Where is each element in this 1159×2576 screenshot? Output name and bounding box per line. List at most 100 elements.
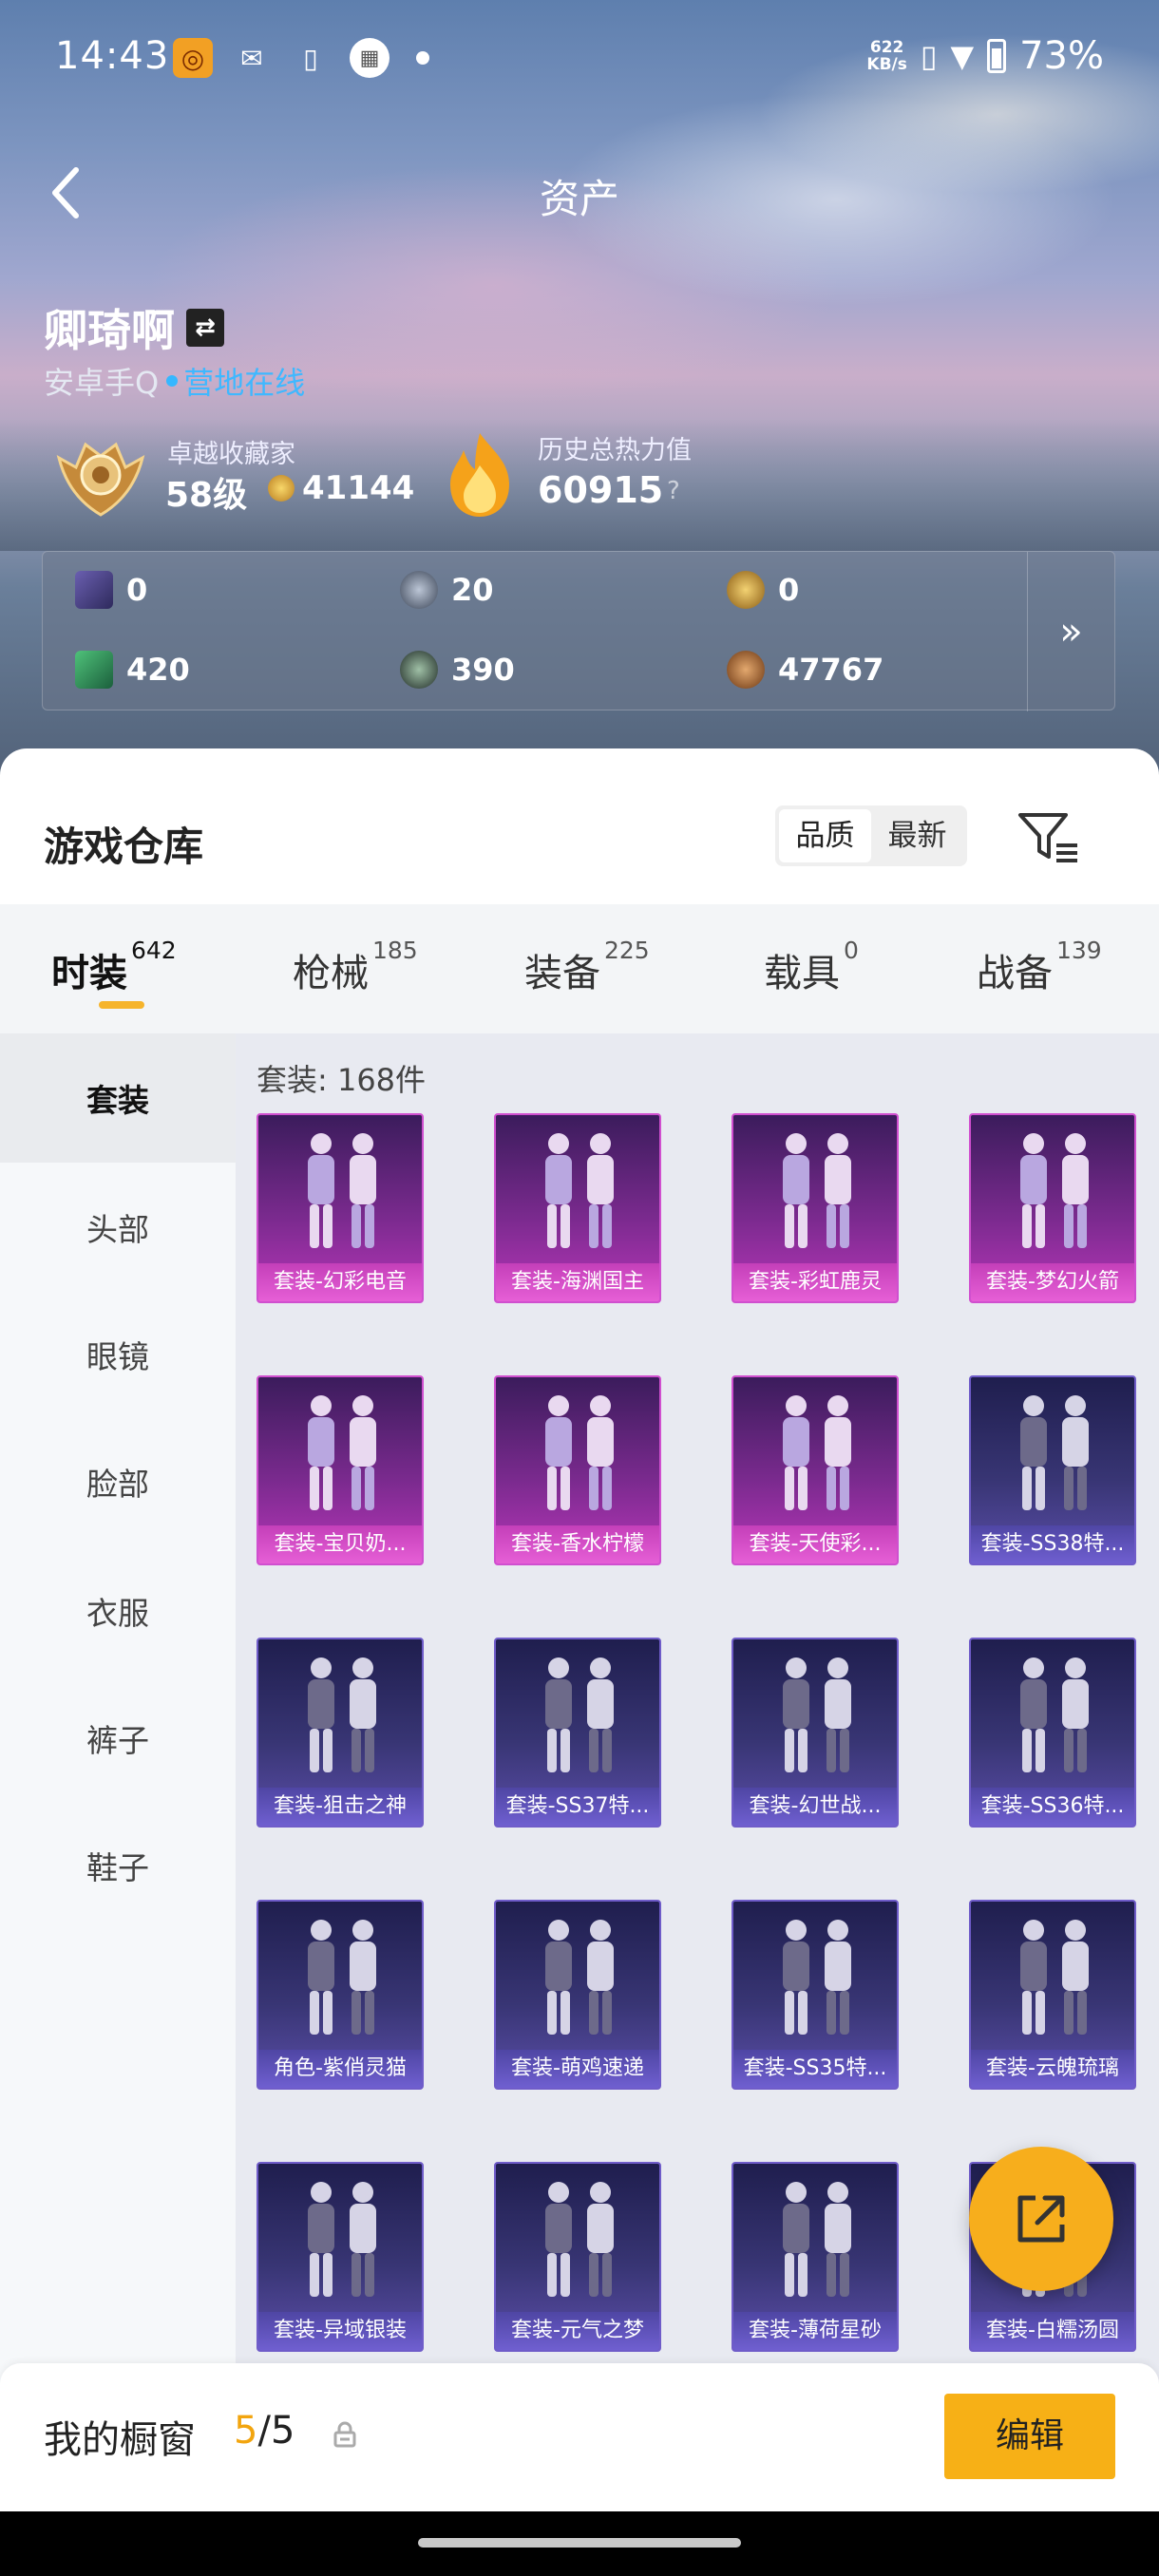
tab-fashion[interactable]: 时装642 xyxy=(51,937,177,1009)
outfit-card[interactable]: 套装-异域银装 xyxy=(256,2162,424,2352)
outfit-card[interactable]: 套装-海渊国主 xyxy=(494,1113,661,1303)
outfit-card-label: 套装-香水柠檬 xyxy=(496,1525,659,1563)
item-count: 套装: 168件 xyxy=(256,1062,427,1098)
edit-showcase-button[interactable]: 编辑 xyxy=(944,2394,1115,2479)
category-tabs: 时装642 枪械185 装备225 载具0 战备139 xyxy=(0,904,1159,1033)
notification-icons: ◎ ✉ ▯ ▦ xyxy=(173,38,429,78)
side-item-glasses[interactable]: 眼镜 xyxy=(0,1290,236,1419)
currency-value: 420 xyxy=(126,652,190,688)
outfit-preview-image xyxy=(783,1920,851,2035)
outfit-preview-image xyxy=(1020,1395,1089,1510)
side-item-head[interactable]: 头部 xyxy=(0,1163,236,1292)
outfit-card[interactable]: 套装-SS37特... xyxy=(494,1638,661,1828)
phone-link-icon: ▯ xyxy=(303,42,318,74)
tab-label: 时装 xyxy=(51,952,127,995)
double-chevron-right-icon: » xyxy=(1059,610,1083,653)
tab-count: 139 xyxy=(1056,937,1102,964)
outfit-card-label: 套装-SS35特... xyxy=(733,2050,897,2088)
player-name: 卿琦啊 xyxy=(44,305,175,356)
help-icon[interactable]: ? xyxy=(667,477,680,505)
outfit-card-label: 套装-天使彩... xyxy=(733,1525,897,1563)
outfit-card[interactable]: 套装-香水柠檬 xyxy=(494,1375,661,1565)
sub-category-nav: 套装 头部 眼镜 脸部 衣服 裤子 鞋子 xyxy=(0,1033,236,2511)
outfit-preview-image xyxy=(783,1133,851,1248)
outfit-preview-image xyxy=(1020,1133,1089,1248)
outfit-card-label: 套装-云魄琉璃 xyxy=(971,2050,1134,2088)
card-ticket-icon xyxy=(75,571,113,609)
vibrate-icon: ▯ xyxy=(920,38,938,74)
outfit-card[interactable]: 套装-元气之梦 xyxy=(494,2162,661,2352)
showcase-title: 我的橱窗 xyxy=(44,2418,196,2462)
outfit-card[interactable]: 套装-萌鸡速递 xyxy=(494,1900,661,2090)
net-speed: 622 KB/s xyxy=(866,39,906,73)
tab-label: 战备 xyxy=(977,952,1053,995)
outfit-card[interactable]: 套装-SS38特... xyxy=(969,1375,1136,1565)
outfit-card[interactable]: 套装-幻世战... xyxy=(732,1638,899,1828)
platform-label: 安卓手Q xyxy=(44,365,160,401)
outfit-card[interactable]: 套装-SS36特... xyxy=(969,1638,1136,1828)
outfit-card[interactable]: 套装-薄荷星砂 xyxy=(732,2162,899,2352)
currency-panel: 0 20 0 420 390 47767 » xyxy=(42,551,1115,711)
outfit-card[interactable]: 套装-狙击之神 xyxy=(256,1638,424,1828)
collector-label: 卓越收藏家 xyxy=(167,440,295,469)
platform-row: 安卓手Q 营地在线 xyxy=(44,359,305,403)
outfit-card-label: 套装-SS38特... xyxy=(971,1525,1134,1563)
side-item-face[interactable]: 脸部 xyxy=(0,1417,236,1546)
heat-value: 60915 xyxy=(538,469,664,511)
outfit-card-label: 套装-异域银装 xyxy=(258,2312,422,2350)
outfit-card-label: 套装-幻世战... xyxy=(733,1788,897,1826)
showcase-bar: 我的橱窗 5/5 编辑 xyxy=(0,2363,1159,2511)
currency-value: 47767 xyxy=(778,652,884,688)
outfit-card-label: 套装-SS36特... xyxy=(971,1788,1134,1826)
side-item-clothes[interactable]: 衣服 xyxy=(0,1546,236,1676)
currency-item: 390 xyxy=(400,651,515,689)
outfit-card-label: 套装-梦幻火箭 xyxy=(971,1263,1134,1301)
share-icon xyxy=(1017,2195,1065,2243)
outfit-card-label: 套装-海渊国主 xyxy=(496,1263,659,1301)
side-item-shoes[interactable]: 鞋子 xyxy=(0,1801,236,1930)
flame-icon xyxy=(450,433,509,517)
net-speed-value: 622 xyxy=(869,38,904,57)
sort-quality-button[interactable]: 品质 xyxy=(779,809,871,862)
outfit-card[interactable]: 角色-紫俏灵猫 xyxy=(256,1900,424,2090)
tab-label: 载具 xyxy=(764,952,840,995)
collector-points: 41144 xyxy=(268,469,414,507)
outfit-card[interactable]: 套装-梦幻火箭 xyxy=(969,1113,1136,1303)
mail-icon: ✉ xyxy=(240,42,263,74)
currency-item: 0 xyxy=(75,571,147,609)
outfit-card[interactable]: 套装-幻彩电音 xyxy=(256,1113,424,1303)
tab-vehicles[interactable]: 载具0 xyxy=(764,937,859,997)
outfit-card[interactable]: 套装-SS35特... xyxy=(732,1900,899,2090)
calendar-icon: ▦ xyxy=(350,38,390,78)
currency-value: 0 xyxy=(778,572,800,608)
outfit-card[interactable]: 套装-彩虹鹿灵 xyxy=(732,1113,899,1303)
filter-icon[interactable] xyxy=(1016,809,1081,866)
sort-toggle: 品质 最新 xyxy=(775,805,967,866)
status-time: 14:43 xyxy=(55,34,170,78)
home-gesture-handle[interactable] xyxy=(418,2538,741,2548)
share-button[interactable] xyxy=(969,2147,1113,2291)
currency-value: 390 xyxy=(451,652,515,688)
lock-icon xyxy=(333,2421,356,2448)
currency-item: 0 xyxy=(727,571,799,609)
outfit-card[interactable]: 套装-宝贝奶... xyxy=(256,1375,424,1565)
outfit-card-label: 套装-狙击之神 xyxy=(258,1788,422,1826)
outfit-preview-image xyxy=(783,1395,851,1510)
green-ticket-icon xyxy=(75,651,113,689)
tab-guns[interactable]: 枪械185 xyxy=(293,937,418,997)
tab-equipment[interactable]: 装备225 xyxy=(524,937,650,997)
currency-expand-button[interactable]: » xyxy=(1027,552,1114,711)
side-item-pants[interactable]: 裤子 xyxy=(0,1674,236,1803)
tab-supplies[interactable]: 战备139 xyxy=(977,937,1102,997)
tab-label: 装备 xyxy=(524,952,600,995)
status-bar: 14:43 ◎ ✉ ▯ ▦ 622 KB/s ▯ ▼ 73% xyxy=(0,0,1159,114)
outfit-preview-image xyxy=(1020,1920,1089,2035)
side-item-suits[interactable]: 套装 xyxy=(0,1033,236,1163)
net-speed-unit: KB/s xyxy=(866,55,907,74)
switch-account-icon[interactable]: ⇄ xyxy=(186,309,224,347)
sort-newest-button[interactable]: 最新 xyxy=(871,809,963,862)
outfit-preview-image xyxy=(545,1133,614,1248)
outfit-card[interactable]: 套装-天使彩... xyxy=(732,1375,899,1565)
outfit-card[interactable]: 套装-云魄琉璃 xyxy=(969,1900,1136,2090)
showcase-count-current: 5 xyxy=(234,2409,258,2453)
